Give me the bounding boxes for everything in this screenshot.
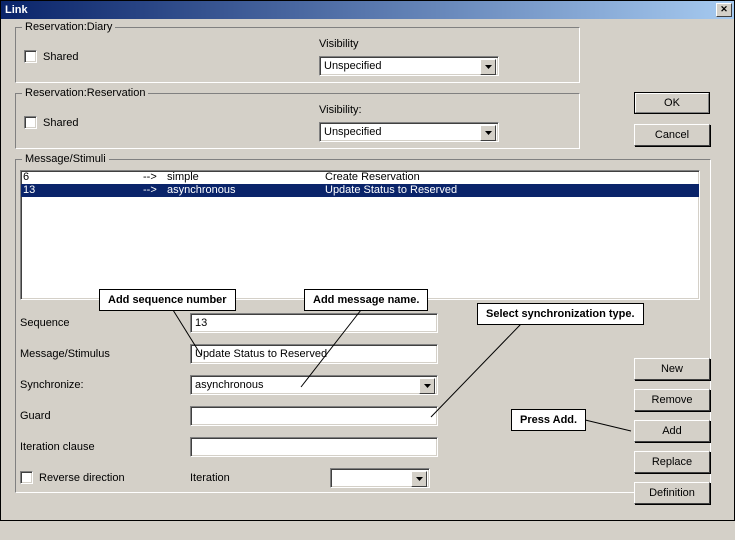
- callout-add: Press Add.: [511, 409, 586, 431]
- visibility-label-reservation: Visibility:: [319, 104, 571, 116]
- visibility-label-diary: Visibility: [319, 38, 571, 50]
- guard-label: Guard: [20, 410, 190, 422]
- shared-checkbox-diary[interactable]: [24, 50, 37, 63]
- action-buttons: New Remove Add Replace Definition: [634, 358, 710, 504]
- iteration-clause-label: Iteration clause: [20, 441, 190, 453]
- chevron-down-icon[interactable]: [480, 125, 496, 141]
- chevron-down-icon[interactable]: [411, 471, 427, 487]
- callout-sync: Select synchronization type.: [477, 303, 644, 325]
- message-stimuli-legend: Message/Stimuli: [22, 153, 109, 165]
- callout-message: Add message name.: [304, 289, 428, 311]
- synchronize-label: Synchronize:: [20, 379, 190, 391]
- link-dialog: Link ✕ Reservation:Diary Shared Visibili…: [0, 0, 735, 521]
- client-area: Reservation:Diary Shared Visibility Unsp…: [1, 19, 734, 520]
- close-icon[interactable]: ✕: [716, 3, 732, 17]
- callout-sequence: Add sequence number: [99, 289, 236, 311]
- iteration-select[interactable]: [330, 468, 430, 488]
- title-text: Link: [5, 4, 28, 16]
- reservation-diary-group: Reservation:Diary Shared Visibility Unsp…: [15, 27, 580, 83]
- list-row[interactable]: 13 --> asynchronous Update Status to Res…: [21, 184, 699, 197]
- visibility-select-reservation[interactable]: Unspecified: [319, 122, 499, 142]
- synchronize-select[interactable]: asynchronous: [190, 375, 438, 395]
- add-button[interactable]: Add: [634, 420, 710, 442]
- iteration-clause-input[interactable]: [190, 437, 438, 457]
- visibility-select-diary[interactable]: Unspecified: [319, 56, 499, 76]
- remove-button[interactable]: Remove: [634, 389, 710, 411]
- sequence-label: Sequence: [20, 317, 190, 329]
- message-stimuli-group: Message/Stimuli 6 --> simple Create Rese…: [15, 159, 711, 493]
- reservation-reservation-legend: Reservation:Reservation: [22, 87, 148, 99]
- shared-label-diary: Shared: [43, 51, 78, 63]
- ok-button[interactable]: OK: [634, 92, 710, 114]
- reservation-reservation-group: Reservation:Reservation Shared Visibilit…: [15, 93, 580, 149]
- definition-button[interactable]: Definition: [634, 482, 710, 504]
- sequence-input[interactable]: 13: [190, 313, 438, 333]
- visibility-value-diary: Unspecified: [324, 60, 381, 72]
- chevron-down-icon[interactable]: [480, 59, 496, 75]
- message-label: Message/Stimulus: [20, 348, 190, 360]
- new-button[interactable]: New: [634, 358, 710, 380]
- iteration-label: Iteration: [190, 472, 330, 484]
- reservation-diary-legend: Reservation:Diary: [22, 21, 115, 33]
- shared-checkbox-reservation[interactable]: [24, 116, 37, 129]
- cancel-button[interactable]: Cancel: [634, 124, 710, 146]
- reverse-direction-label: Reverse direction: [39, 472, 125, 484]
- replace-button[interactable]: Replace: [634, 451, 710, 473]
- form-area: Sequence 13 Message/Stimulus Update Stat…: [20, 312, 700, 488]
- guard-input[interactable]: [190, 406, 438, 426]
- chevron-down-icon[interactable]: [419, 378, 435, 394]
- message-list[interactable]: 6 --> simple Create Reservation 13 --> a…: [20, 170, 700, 300]
- titlebar[interactable]: Link ✕: [1, 1, 734, 19]
- message-input[interactable]: Update Status to Reserved: [190, 344, 438, 364]
- shared-label-reservation: Shared: [43, 117, 78, 129]
- visibility-value-reservation: Unspecified: [324, 126, 381, 138]
- list-row[interactable]: 6 --> simple Create Reservation: [21, 171, 699, 184]
- dialog-buttons: OK Cancel: [634, 92, 710, 146]
- reverse-direction-checkbox[interactable]: [20, 471, 33, 484]
